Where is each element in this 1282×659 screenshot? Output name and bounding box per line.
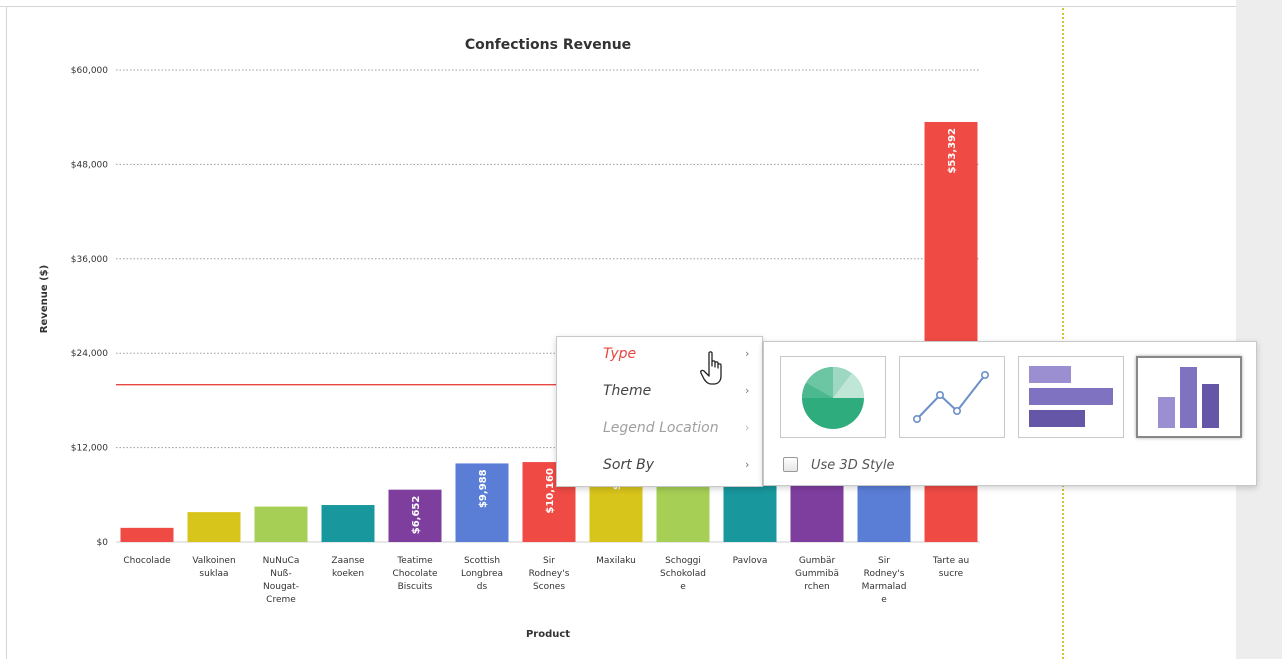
- x-category-label: Zaanse koeken: [331, 556, 365, 579]
- x-axis-categories: Chocolade Valkoinen suklaa NuNuCa Nuß-Nougat…: [123, 556, 969, 605]
- column-chart-icon: [1158, 367, 1219, 428]
- column-chart-type-button[interactable]: [1136, 356, 1242, 438]
- y-tick-label: $12,000: [71, 444, 108, 454]
- use-3d-style-option[interactable]: Use 3D Style: [783, 456, 983, 476]
- x-category-label: NuNuCa Nuß-Nougat-Creme: [263, 556, 300, 605]
- hand-pointer-icon: [700, 351, 722, 385]
- bar[interactable]: [187, 512, 241, 542]
- menu-item-type[interactable]: Type ›: [557, 337, 762, 374]
- chevron-right-icon: ›: [745, 384, 750, 397]
- chevron-right-icon: ›: [745, 421, 750, 434]
- use-3d-style-label: Use 3D Style: [811, 458, 895, 473]
- y-tick-label: $60,000: [71, 66, 108, 76]
- y-tick-label: $48,000: [71, 160, 108, 170]
- bar[interactable]: [120, 527, 174, 542]
- horizontal-bar-chart-type-button[interactable]: [1018, 356, 1124, 438]
- line-chart-icon: [913, 371, 990, 423]
- chart-title: Confections Revenue: [465, 37, 631, 53]
- chevron-right-icon: ›: [745, 347, 750, 360]
- line-chart-type-button[interactable]: [899, 356, 1005, 438]
- menu-item-sort-by[interactable]: Sort By ›: [557, 448, 762, 485]
- y-tick-label: $0: [97, 538, 109, 548]
- horizontal-bar-chart-icon: [1029, 366, 1113, 427]
- chart-type-submenu: Use 3D Style: [763, 341, 1257, 486]
- menu-item-sort-by-label: Sort By: [603, 457, 655, 473]
- x-category-label: Scottish Longbrea ds: [461, 556, 503, 592]
- menu-item-theme[interactable]: Theme ›: [557, 374, 762, 411]
- x-axis-title: Product: [526, 629, 570, 640]
- x-category-label: Pavlova: [733, 556, 768, 566]
- data-label: $6,652: [411, 496, 422, 535]
- y-axis-title: Revenue ($): [39, 265, 50, 333]
- menu-item-legend-location-label: Legend Location: [603, 420, 719, 436]
- x-category-label: Schoggi Schokolad e: [660, 556, 706, 592]
- data-label: $9,988: [478, 469, 489, 508]
- bar[interactable]: [321, 505, 375, 542]
- x-category-label: Tarte au sucre: [932, 556, 969, 579]
- x-category-label: Gumbär Gummibä rchen: [795, 556, 839, 592]
- x-category-label: Valkoinen suklaa: [192, 556, 235, 579]
- right-gutter: [1236, 0, 1282, 659]
- chevron-right-icon: ›: [745, 458, 750, 471]
- dashed-guide-line: [1062, 8, 1064, 659]
- x-category-label: Sir Rodney's Marmalad e: [862, 556, 907, 605]
- bar-chart[interactable]: Confections Revenue Revenue ($) Product …: [0, 0, 1060, 659]
- data-label: $53,392: [947, 128, 958, 174]
- y-tick-label: $24,000: [71, 349, 108, 359]
- menu-item-theme-label: Theme: [603, 383, 652, 399]
- y-axis-ticks: $60,000 $48,000 $36,000 $24,000 $12,000 $0: [71, 66, 108, 548]
- x-category-label: Teatime Chocolate Biscuits: [392, 556, 437, 592]
- x-category-label: Chocolade: [123, 556, 171, 566]
- x-category-label: Sir Rodney's Scones: [529, 556, 570, 592]
- pie-chart-type-button[interactable]: [780, 356, 886, 438]
- chart-context-menu: Type › Theme › Legend Location › Sort By…: [556, 336, 763, 487]
- menu-item-legend-location: Legend Location ›: [557, 411, 762, 448]
- y-tick-label: $36,000: [71, 255, 108, 265]
- bar[interactable]: [254, 506, 308, 542]
- pie-chart-icon: [802, 367, 865, 429]
- menu-item-type-label: Type: [603, 346, 637, 362]
- data-label: $10,160: [545, 468, 556, 514]
- use-3d-style-checkbox[interactable]: [783, 457, 798, 472]
- x-category-label: Maxilaku: [596, 556, 636, 566]
